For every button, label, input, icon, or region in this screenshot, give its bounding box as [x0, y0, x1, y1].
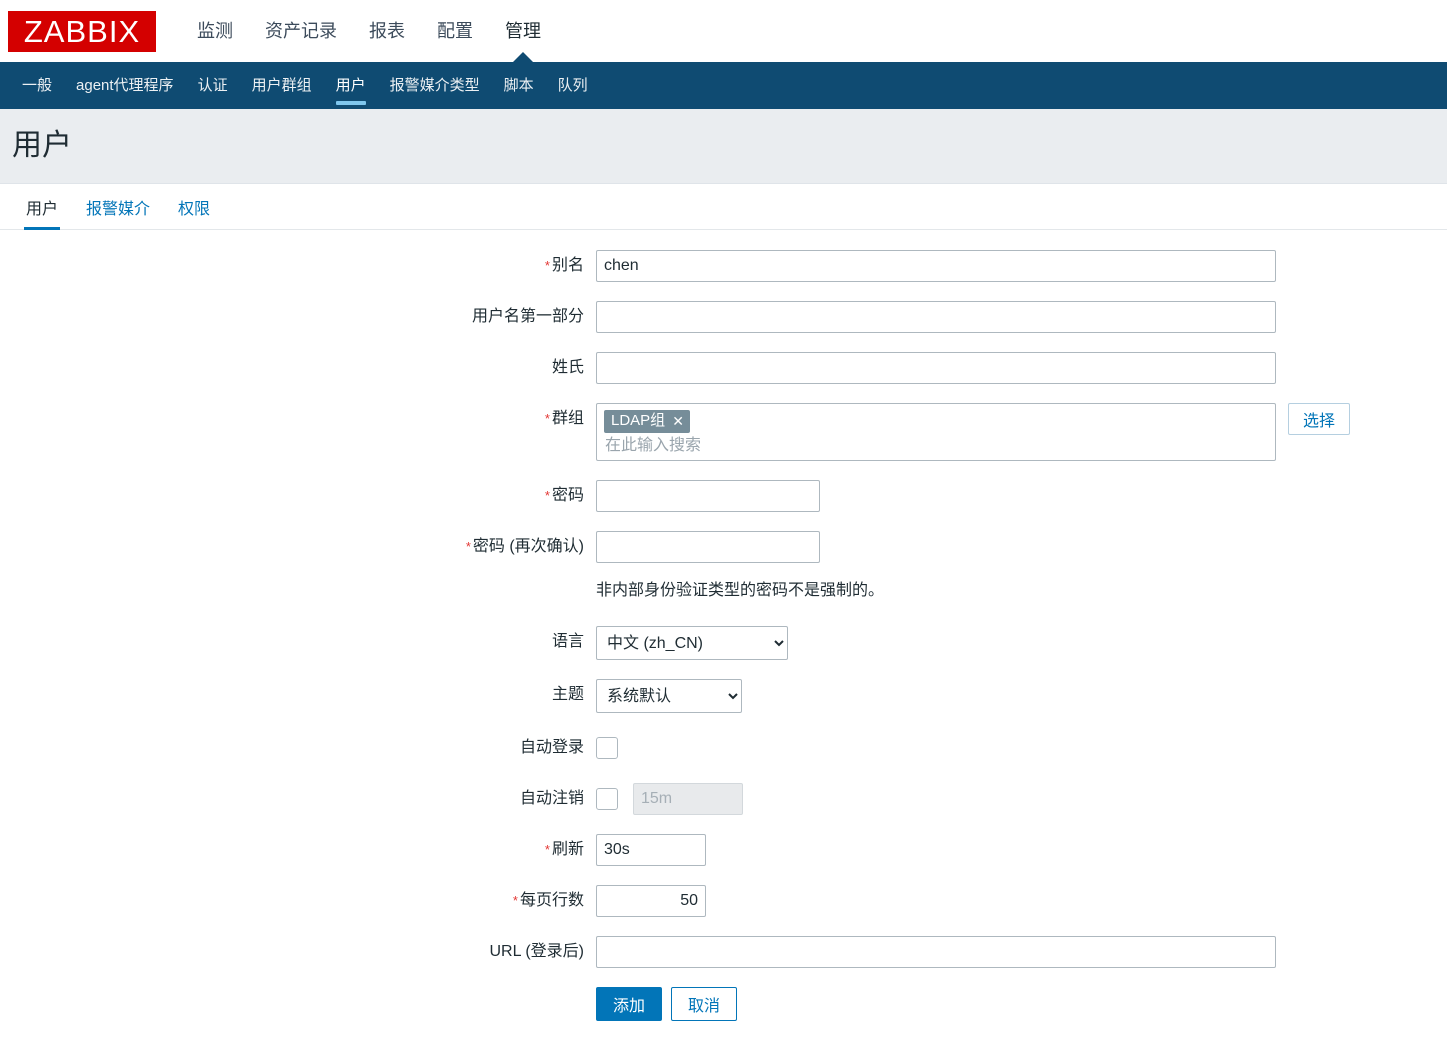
url-input[interactable] — [596, 936, 1276, 968]
group-pill-label: LDAP组 — [611, 412, 666, 429]
form-row-alias: * 别名 — [0, 250, 1447, 282]
password-confirm-input[interactable] — [596, 531, 820, 563]
tab-media[interactable]: 报警媒介 — [72, 195, 164, 229]
secondary-navigation: 一般 agent代理程序 认证 用户群组 用户 报警媒介类型 脚本 队列 — [0, 62, 1447, 109]
field-refresh — [596, 834, 706, 866]
label-language: 语言 — [551, 633, 584, 650]
form-row-language: 语言 中文 (zh_CN) — [0, 626, 1447, 660]
user-form: *别名 用户名第一部分 姓氏 *群组 LDAP组 ✕ 选择 — [0, 230, 1447, 1021]
field-language: 中文 (zh_CN) — [596, 626, 788, 660]
name-input[interactable] — [596, 301, 1276, 333]
sub-nav-item-queue[interactable]: 队列 — [546, 62, 600, 109]
label-refresh: * 刷新 — [544, 841, 584, 858]
sub-nav-item-proxies[interactable]: agent代理程序 — [64, 62, 186, 109]
alias-input[interactable] — [596, 250, 1276, 282]
form-row-autologin: 自动登录 — [0, 732, 1447, 764]
main-nav-item-reports[interactable]: 报表 — [353, 0, 421, 62]
field-password — [596, 480, 820, 512]
required-marker: * — [544, 842, 550, 857]
main-nav-item-inventory[interactable]: 资产记录 — [249, 0, 353, 62]
autologout-checkbox[interactable] — [596, 788, 618, 810]
groups-multiselect[interactable]: LDAP组 ✕ — [596, 403, 1276, 461]
form-row-groups: *群组 LDAP组 ✕ 选择 — [0, 403, 1447, 461]
form-row-theme: 主题 系统默认 — [0, 679, 1447, 713]
remove-icon[interactable]: ✕ — [672, 414, 684, 428]
main-nav-item-monitoring[interactable]: 监测 — [181, 0, 249, 62]
add-button[interactable]: 添加 — [596, 987, 663, 1021]
tab-permissions[interactable]: 权限 — [164, 195, 224, 229]
main-nav-item-administration[interactable]: 管理 — [489, 0, 557, 62]
sub-nav-item-media-types[interactable]: 报警媒介类型 — [378, 62, 492, 109]
cancel-button[interactable]: 取消 — [671, 987, 738, 1021]
label-password-confirm: * 密码 (再次确认) — [465, 538, 584, 555]
form-row-refresh: * 刷新 — [0, 834, 1447, 866]
form-row-actions: 添加 取消 — [0, 987, 1447, 1021]
field-actions: 添加 取消 — [596, 987, 738, 1021]
password-hint-text: 非内部身份验证类型的密码不是强制的。 — [596, 582, 885, 599]
required-marker: * — [544, 488, 550, 503]
field-autologin — [596, 732, 618, 759]
top-header: ZABBIX 监测 资产记录 报表 配置 管理 — [0, 0, 1447, 62]
label-alias: * 别名 — [544, 257, 584, 274]
label-password: * 密码 — [544, 487, 584, 504]
field-rows-per-page — [596, 885, 706, 917]
form-tabs: 用户 报警媒介 权限 — [0, 184, 1447, 230]
sub-nav-item-users[interactable]: 用户 — [324, 62, 378, 109]
form-row-password-confirm: * 密码 (再次确认) — [0, 531, 1447, 563]
label-surname: 姓氏 — [551, 359, 584, 376]
field-alias — [596, 250, 1276, 282]
groups-search-input[interactable] — [604, 433, 1268, 455]
select-groups-button[interactable]: 选择 — [1288, 403, 1351, 435]
page-title-band: 用户 — [0, 109, 1447, 184]
field-groups: LDAP组 ✕ 选择 — [596, 403, 1351, 461]
field-url — [596, 936, 1276, 968]
group-pill-ldap: LDAP组 ✕ — [604, 410, 690, 433]
form-row-password-hint: 非内部身份验证类型的密码不是强制的。 — [0, 578, 1447, 602]
label-theme: 主题 — [551, 686, 584, 703]
form-row-surname: 姓氏 — [0, 352, 1447, 384]
field-autologout — [596, 783, 743, 815]
field-surname — [596, 352, 1276, 384]
label-name: 用户名第一部分 — [471, 308, 584, 325]
required-marker: * — [465, 539, 471, 554]
form-row-rows-per-page: * 每页行数 — [0, 885, 1447, 917]
refresh-input[interactable] — [596, 834, 706, 866]
label-autologin: 自动登录 — [519, 739, 584, 756]
language-select[interactable]: 中文 (zh_CN) — [596, 626, 788, 660]
surname-input[interactable] — [596, 352, 1276, 384]
rows-per-page-input[interactable] — [596, 885, 706, 917]
autologout-input — [633, 783, 743, 815]
form-row-name: 用户名第一部分 — [0, 301, 1447, 333]
form-row-autologout: 自动注销 — [0, 783, 1447, 815]
field-theme: 系统默认 — [596, 679, 742, 713]
sub-nav-item-user-groups[interactable]: 用户群组 — [240, 62, 324, 109]
zabbix-logo[interactable]: ZABBIX — [8, 10, 156, 52]
main-navigation: 监测 资产记录 报表 配置 管理 — [181, 0, 557, 62]
required-marker: * — [512, 893, 518, 908]
label-url: URL (登录后) — [489, 943, 584, 960]
required-marker: * — [544, 258, 550, 273]
theme-select[interactable]: 系统默认 — [596, 679, 742, 713]
label-groups: * 群组 — [544, 410, 584, 427]
sub-nav-item-authentication[interactable]: 认证 — [186, 62, 240, 109]
autologin-checkbox[interactable] — [596, 737, 618, 759]
field-password-hint: 非内部身份验证类型的密码不是强制的。 — [596, 578, 884, 602]
required-marker: * — [544, 411, 550, 426]
field-password-confirm — [596, 531, 820, 563]
password-input[interactable] — [596, 480, 820, 512]
sub-nav-item-general[interactable]: 一般 — [10, 62, 64, 109]
main-nav-item-configuration[interactable]: 配置 — [421, 0, 489, 62]
field-name — [596, 301, 1276, 333]
label-autologout: 自动注销 — [519, 790, 584, 807]
tab-user[interactable]: 用户 — [12, 195, 72, 230]
page-title: 用户 — [12, 129, 72, 162]
sub-nav-item-scripts[interactable]: 脚本 — [492, 62, 546, 109]
form-row-password: * 密码 — [0, 480, 1447, 512]
label-rows-per-page: * 每页行数 — [512, 892, 584, 909]
form-row-url: URL (登录后) — [0, 936, 1447, 968]
